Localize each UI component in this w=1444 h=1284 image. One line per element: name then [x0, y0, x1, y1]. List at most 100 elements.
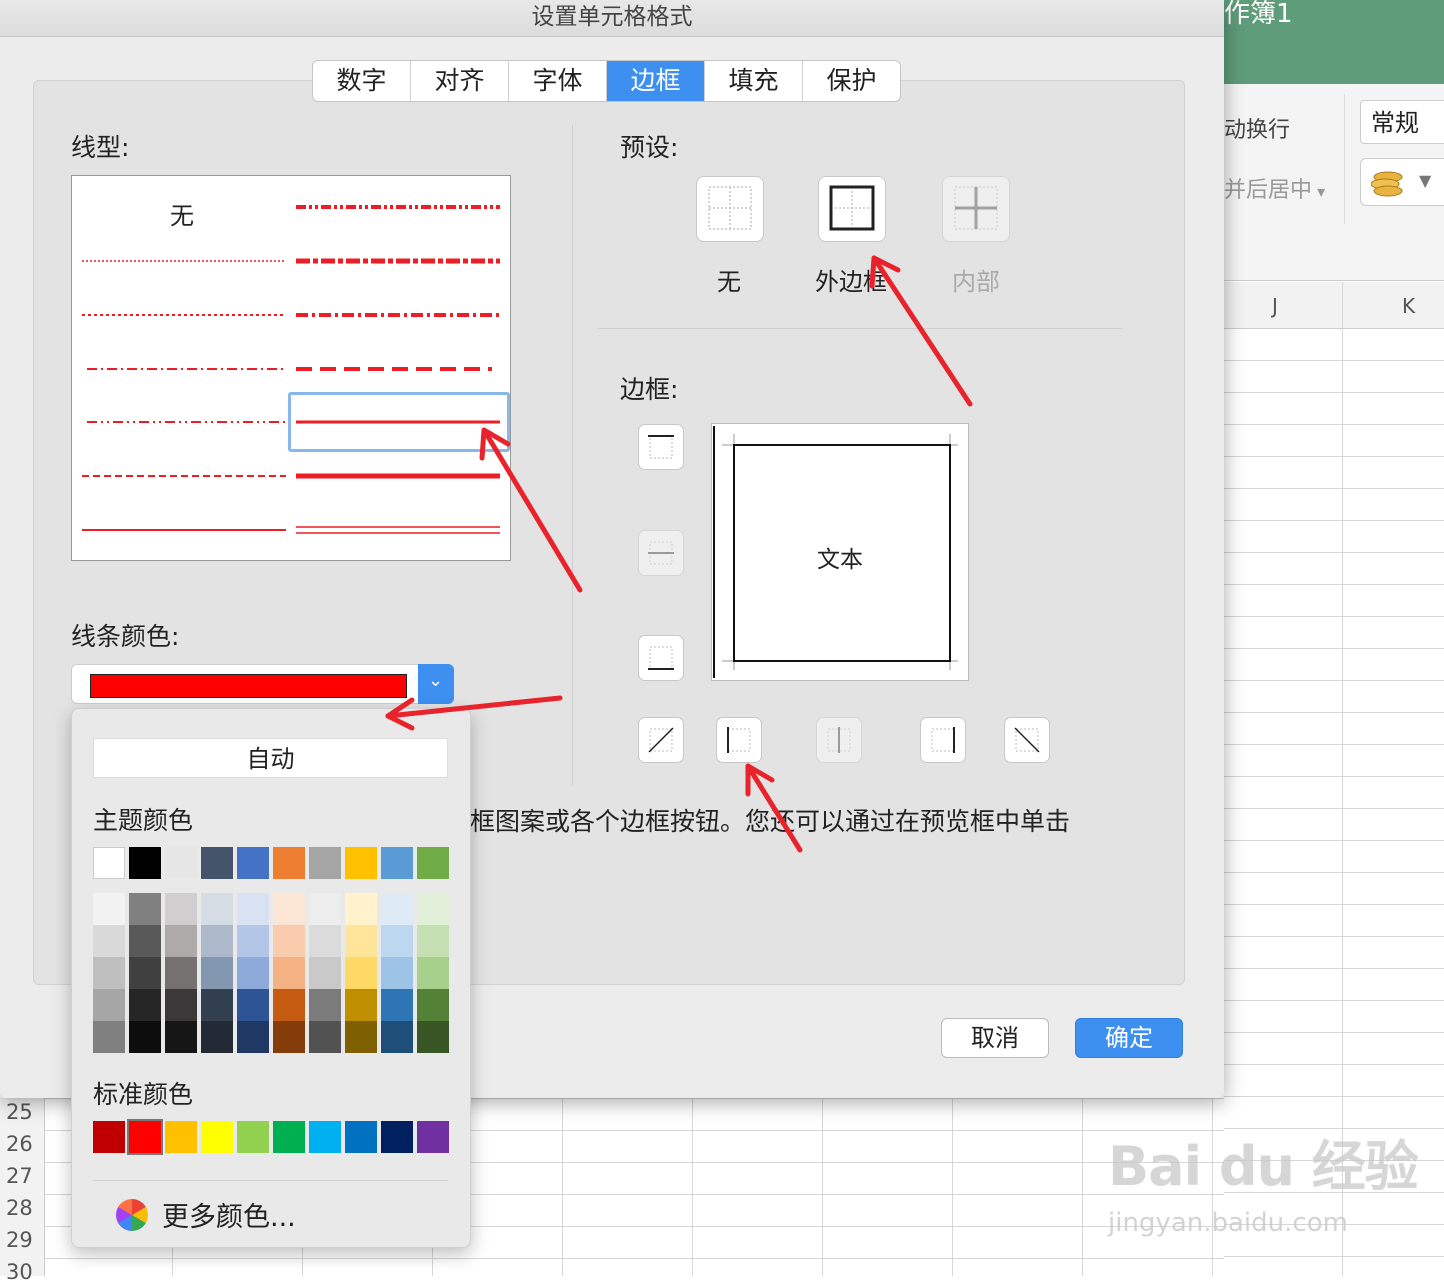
theme-shade-swatch[interactable]	[345, 893, 377, 925]
border-top-button[interactable]	[638, 424, 684, 470]
theme-shade-swatch[interactable]	[345, 925, 377, 957]
theme-color-swatch[interactable]	[237, 847, 269, 879]
border-diagonal-down-button[interactable]	[1004, 717, 1050, 763]
theme-color-swatch[interactable]	[309, 847, 341, 879]
theme-shade-swatch[interactable]	[93, 925, 125, 957]
theme-color-swatch[interactable]	[273, 847, 305, 879]
theme-shade-swatch[interactable]	[417, 989, 449, 1021]
border-left-button[interactable]	[716, 717, 762, 763]
theme-shade-swatch[interactable]	[417, 925, 449, 957]
ok-button[interactable]: 确定	[1075, 1018, 1183, 1058]
theme-shade-swatch[interactable]	[129, 925, 161, 957]
theme-shade-swatch[interactable]	[417, 957, 449, 989]
standard-color-swatch[interactable]	[309, 1121, 341, 1153]
row-header[interactable]: 28	[6, 1196, 33, 1220]
theme-shade-swatch[interactable]	[309, 957, 341, 989]
standard-color-swatch[interactable]	[165, 1121, 197, 1153]
column-header-k[interactable]: K	[1402, 294, 1415, 318]
border-diagonal-up-button[interactable]	[638, 717, 684, 763]
standard-color-swatch[interactable]	[273, 1121, 305, 1153]
standard-color-swatch[interactable]	[345, 1121, 377, 1153]
theme-color-swatch[interactable]	[381, 847, 413, 879]
line-style-samples[interactable]	[72, 176, 510, 560]
theme-color-swatch[interactable]	[417, 847, 449, 879]
auto-color-button[interactable]: 自动	[93, 738, 448, 778]
theme-shade-swatch[interactable]	[201, 925, 233, 957]
theme-color-swatch[interactable]	[345, 847, 377, 879]
theme-shade-swatch[interactable]	[93, 989, 125, 1021]
theme-shade-swatch[interactable]	[381, 957, 413, 989]
standard-color-swatch[interactable]	[93, 1121, 125, 1153]
theme-shade-swatch[interactable]	[345, 957, 377, 989]
theme-shade-swatch[interactable]	[381, 989, 413, 1021]
theme-shade-swatch[interactable]	[165, 925, 197, 957]
preset-outline-button[interactable]	[818, 176, 886, 242]
border-middle-horizontal-button[interactable]	[638, 530, 684, 576]
theme-shade-swatch[interactable]	[93, 893, 125, 925]
theme-shade-swatch[interactable]	[309, 989, 341, 1021]
tab-protection[interactable]: 保护	[803, 61, 900, 101]
border-preview[interactable]: 文本	[711, 423, 969, 681]
theme-color-swatch[interactable]	[165, 847, 197, 879]
theme-shade-swatch[interactable]	[381, 1021, 413, 1053]
tab-fill[interactable]: 填充	[705, 61, 803, 101]
more-colors-button[interactable]: 更多颜色...	[116, 1195, 296, 1234]
selected-line-style[interactable]	[288, 392, 510, 452]
tab-number[interactable]: 数字	[313, 61, 411, 101]
wrap-text-button[interactable]: 动换行	[1224, 112, 1290, 144]
cancel-button[interactable]: 取消	[941, 1018, 1049, 1058]
tab-border[interactable]: 边框	[607, 61, 705, 101]
color-dropdown-button[interactable]: ⌄	[418, 664, 454, 704]
theme-shade-swatch[interactable]	[129, 989, 161, 1021]
line-color-picker[interactable]: ⌄	[71, 664, 454, 704]
theme-shade-swatch[interactable]	[165, 957, 197, 989]
number-format-select[interactable]: 常规	[1360, 100, 1444, 144]
theme-shade-swatch[interactable]	[93, 957, 125, 989]
theme-shade-swatch[interactable]	[273, 989, 305, 1021]
theme-shade-swatch[interactable]	[309, 893, 341, 925]
border-bottom-button[interactable]	[638, 635, 684, 681]
row-header[interactable]: 26	[6, 1132, 33, 1156]
theme-shade-swatch[interactable]	[273, 925, 305, 957]
line-style-list[interactable]: 无	[71, 175, 511, 561]
theme-shade-swatch[interactable]	[201, 989, 233, 1021]
theme-shade-swatch[interactable]	[345, 989, 377, 1021]
theme-shade-swatch[interactable]	[237, 989, 269, 1021]
row-header[interactable]: 29	[6, 1228, 33, 1252]
preset-none-button[interactable]	[696, 176, 764, 242]
theme-shade-swatch[interactable]	[165, 893, 197, 925]
row-header[interactable]: 27	[6, 1164, 33, 1188]
theme-shade-swatch[interactable]	[273, 1021, 305, 1053]
standard-color-swatch[interactable]	[381, 1121, 413, 1153]
theme-shade-swatch[interactable]	[417, 1021, 449, 1053]
row-header[interactable]: 30	[6, 1260, 33, 1284]
tab-alignment[interactable]: 对齐	[411, 61, 509, 101]
theme-color-swatch[interactable]	[201, 847, 233, 879]
border-middle-vertical-button[interactable]	[816, 717, 862, 763]
merge-center-button[interactable]: 并后居中	[1224, 172, 1325, 204]
theme-shade-swatch[interactable]	[201, 1021, 233, 1053]
theme-shade-swatch[interactable]	[201, 957, 233, 989]
theme-shade-swatch[interactable]	[273, 893, 305, 925]
row-header[interactable]: 25	[6, 1100, 33, 1124]
standard-color-swatch[interactable]	[237, 1121, 269, 1153]
theme-shade-swatch[interactable]	[129, 893, 161, 925]
tab-font[interactable]: 字体	[509, 61, 607, 101]
theme-shade-swatch[interactable]	[129, 1021, 161, 1053]
theme-shade-swatch[interactable]	[309, 925, 341, 957]
theme-shade-swatch[interactable]	[381, 893, 413, 925]
border-right-button[interactable]	[920, 717, 966, 763]
theme-shade-swatch[interactable]	[201, 893, 233, 925]
theme-shade-swatch[interactable]	[237, 1021, 269, 1053]
column-header-j[interactable]: J	[1272, 294, 1278, 318]
theme-shade-swatch[interactable]	[309, 1021, 341, 1053]
theme-shade-swatch[interactable]	[165, 1021, 197, 1053]
theme-shade-swatch[interactable]	[381, 925, 413, 957]
theme-shade-swatch[interactable]	[93, 1021, 125, 1053]
theme-shade-swatch[interactable]	[237, 957, 269, 989]
theme-shade-swatch[interactable]	[165, 989, 197, 1021]
standard-color-swatch[interactable]	[417, 1121, 449, 1153]
currency-format-button[interactable]: ▼	[1360, 158, 1444, 206]
theme-shade-swatch[interactable]	[345, 1021, 377, 1053]
theme-shade-swatch[interactable]	[417, 893, 449, 925]
